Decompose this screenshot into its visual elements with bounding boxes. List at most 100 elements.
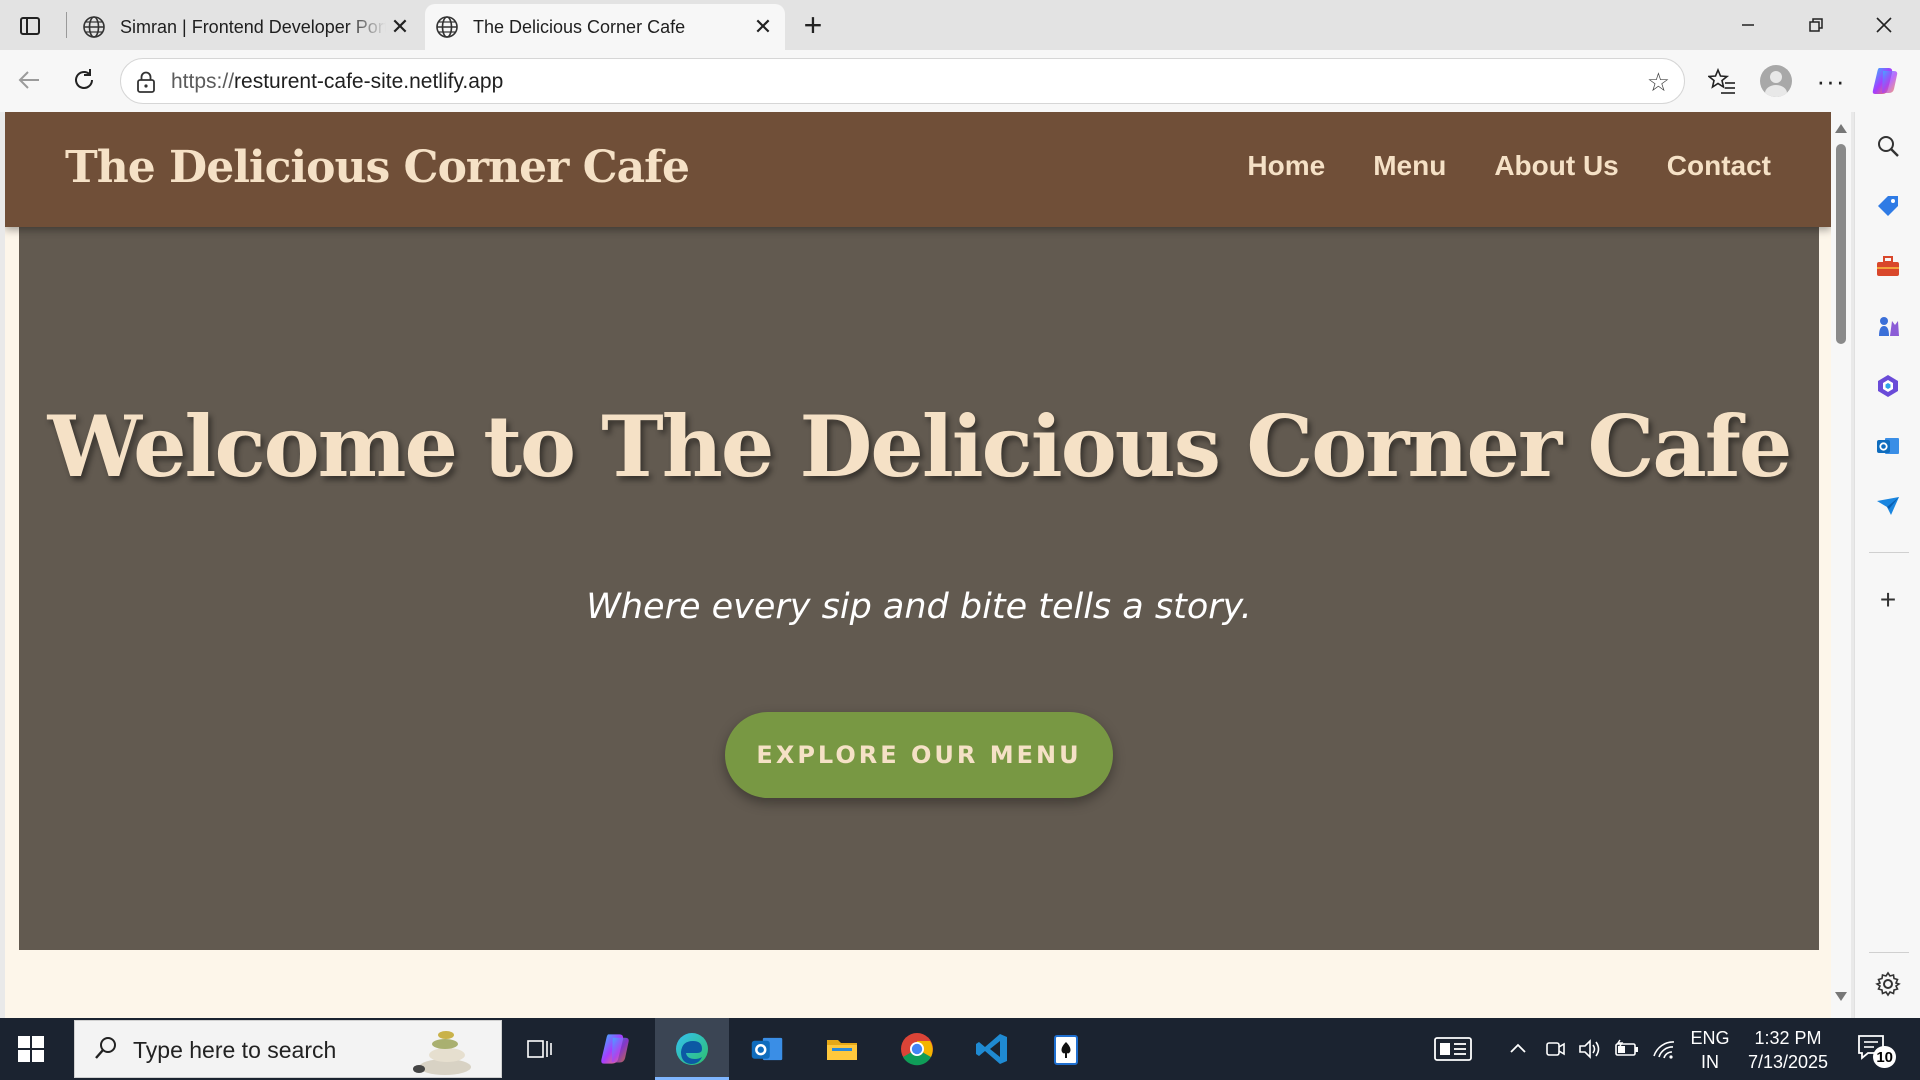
battery-charging-icon (1615, 1039, 1638, 1056)
edge-sidebar: + (1854, 112, 1920, 1018)
sidebar-send-button[interactable] (1872, 490, 1904, 522)
profile-button[interactable] (1757, 62, 1795, 100)
microsoft-365-icon (1878, 375, 1898, 397)
tab-title: Simran | Frontend Developer Portfolio (120, 16, 386, 37)
news-icon (1434, 1037, 1472, 1061)
explore-menu-button[interactable]: EXPLORE OUR MENU (725, 712, 1113, 798)
new-tab-button[interactable]: + (796, 7, 830, 43)
search-icon (1878, 136, 1899, 157)
minimize-icon (1742, 24, 1754, 26)
address-bar[interactable]: https://resturent-cafe-site.netlify.app … (120, 58, 1685, 104)
vscode-icon (976, 1034, 1007, 1064)
tray-show-hidden-button[interactable] (1508, 1018, 1528, 1080)
browser-toolbar: https://resturent-cafe-site.netlify.app … (0, 50, 1920, 112)
sidebar-add-button[interactable]: + (1872, 584, 1904, 616)
minimize-button[interactable] (1714, 0, 1782, 50)
taskbar-clock[interactable]: 1:32 PM 7/13/2025 (1738, 1026, 1838, 1074)
taskbar-copilot-app[interactable] (578, 1018, 652, 1080)
restore-icon (1809, 18, 1823, 32)
sidebar-tools-button[interactable] (1872, 250, 1904, 282)
tray-meet-button[interactable] (1544, 1018, 1566, 1080)
taskbar-solitaire-app[interactable] (1030, 1018, 1104, 1080)
clock-date: 7/13/2025 (1747, 1052, 1829, 1072)
sidebar-divider (1869, 952, 1909, 953)
page-viewport: The Delicious Corner Cafe Home Menu Abou… (5, 112, 1831, 1018)
toolbox-icon (1877, 256, 1899, 276)
sidebar-games-button[interactable] (1872, 310, 1904, 342)
tab-separator (66, 12, 67, 38)
taskbar-file-explorer-app[interactable] (805, 1018, 879, 1080)
copilot-icon (1872, 68, 1898, 94)
outlook-icon (1877, 438, 1899, 454)
tab-actions-icon (20, 17, 40, 35)
sidebar-search-button[interactable] (1872, 130, 1904, 162)
nav-link-menu[interactable]: Menu (1373, 150, 1446, 182)
taskbar-search-placeholder: Type here to search (133, 1037, 337, 1063)
favorites-list-icon (1708, 67, 1735, 94)
url-text[interactable]: https://resturent-cafe-site.netlify.app (171, 70, 503, 94)
taskbar-vscode-app[interactable] (955, 1018, 1029, 1080)
tab-close-icon[interactable]: ✕ (749, 13, 777, 41)
favorites-button[interactable] (1703, 62, 1741, 100)
task-view-button[interactable] (503, 1018, 577, 1080)
clock-time: 1:32 PM (1754, 1028, 1822, 1048)
copilot-button[interactable] (1866, 62, 1904, 100)
nav-link-contact[interactable]: Contact (1667, 150, 1771, 182)
hero-section: Welcome to The Delicious Corner Cafe Whe… (19, 227, 1819, 950)
tray-battery-button[interactable] (1614, 1018, 1640, 1080)
sidebar-divider (1869, 552, 1909, 553)
back-button[interactable] (11, 62, 47, 98)
reload-icon (75, 69, 93, 89)
gear-icon (1875, 971, 1901, 997)
reload-button[interactable] (66, 62, 102, 98)
sidebar-office-button[interactable] (1872, 370, 1904, 402)
scroll-up-arrow-icon[interactable] (1835, 124, 1847, 133)
solitaire-cards-icon (1054, 1035, 1078, 1065)
site-header: The Delicious Corner Cafe Home Menu Abou… (5, 112, 1831, 227)
chevron-up-icon (1510, 1043, 1526, 1053)
taskbar-outlook-app[interactable] (730, 1018, 804, 1080)
profile-avatar-icon (1760, 65, 1792, 97)
nav-link-about-us[interactable]: About Us (1494, 150, 1618, 182)
scroll-down-arrow-icon[interactable] (1835, 992, 1847, 1001)
chrome-icon (901, 1033, 933, 1066)
lock-icon[interactable] (135, 70, 157, 94)
notification-center-button[interactable]: 10 (1856, 1032, 1896, 1068)
taskbar-edge-app[interactable] (655, 1018, 729, 1080)
tray-volume-button[interactable] (1578, 1018, 1602, 1080)
globe-icon (83, 16, 105, 38)
favorite-star-icon[interactable]: ☆ (1647, 67, 1670, 98)
task-view-icon (527, 1040, 552, 1058)
sidebar-outlook-button[interactable] (1872, 430, 1904, 462)
page-scrollbar[interactable] (1831, 112, 1851, 1018)
tab-cafe[interactable]: The Delicious Corner Cafe ✕ (425, 4, 785, 50)
camera-icon (1546, 1042, 1565, 1056)
news-widget-button[interactable] (1434, 1018, 1472, 1080)
settings-more-button[interactable]: ··· (1812, 62, 1850, 100)
language-region: IN (1701, 1052, 1719, 1072)
language-code: ENG (1690, 1028, 1730, 1048)
tab-actions-button[interactable] (14, 10, 46, 42)
sidebar-shopping-button[interactable] (1872, 190, 1904, 222)
close-window-button[interactable] (1850, 0, 1918, 50)
language-indicator[interactable]: ENG IN (1686, 1026, 1734, 1074)
restore-button[interactable] (1782, 0, 1850, 50)
balancing-stones-icon (413, 1031, 471, 1075)
site-logo[interactable]: The Delicious Corner Cafe (65, 142, 690, 193)
tab-portfolio[interactable]: Simran | Frontend Developer Portfolio ✕ (72, 4, 422, 50)
outlook-icon (751, 1037, 783, 1061)
nav-link-home[interactable]: Home (1247, 150, 1325, 182)
close-icon (1876, 17, 1892, 33)
browser-tab-strip: Simran | Frontend Developer Portfolio ✕ … (0, 0, 1920, 50)
notification-count-badge: 10 (1873, 1046, 1896, 1068)
edge-browser-icon (676, 1033, 708, 1065)
taskbar-chrome-app[interactable] (880, 1018, 954, 1080)
more-dots-icon: ··· (1816, 65, 1846, 96)
url-scheme: https:// (171, 70, 235, 93)
windows-start-icon[interactable] (18, 1036, 44, 1062)
scrollbar-thumb[interactable] (1836, 144, 1846, 344)
sidebar-settings-button[interactable] (1872, 968, 1904, 1000)
tab-close-icon[interactable]: ✕ (386, 13, 414, 41)
taskbar-search-box[interactable]: Type here to search (74, 1020, 502, 1078)
tray-wifi-button[interactable] (1652, 1018, 1676, 1080)
